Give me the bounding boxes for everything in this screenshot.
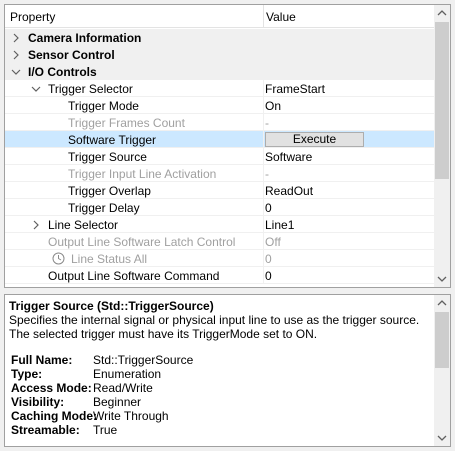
row-trigger-input-line-activation: Trigger Input Line Activation - [5,165,435,182]
row-output-line-software-command[interactable]: Output Line Software Command 0 [5,267,435,284]
property-value[interactable]: ReadOut [265,184,313,198]
row-trigger-frames-count: Trigger Frames Count - [5,114,435,131]
property-label: Trigger Overlap [68,184,151,198]
property-value[interactable]: 0 [265,201,272,215]
property-label: Trigger Selector [48,82,133,96]
column-separator [263,114,264,131]
grid-scrollbar[interactable] [434,5,450,287]
row-line-selector[interactable]: Line Selector Line1 [5,216,435,233]
property-grid-content: Property Value Camera Information Sensor… [5,5,435,287]
category-label: Sensor Control [28,48,115,62]
property-value[interactable]: 0 [265,269,272,283]
category-sensor-control[interactable]: Sensor Control [5,46,435,63]
row-trigger-selector[interactable]: Trigger Selector FrameStart [5,80,435,97]
property-label: Trigger Frames Count [68,116,185,130]
column-separator [263,165,264,182]
execute-button[interactable]: Execute [265,132,364,147]
scrollbar-thumb[interactable] [435,22,449,179]
column-separator [263,250,264,267]
column-separator [263,131,264,148]
category-io-controls[interactable]: I/O Controls [5,63,435,80]
detail-key: Full Name: [11,353,73,367]
column-separator [263,233,264,250]
property-label: Trigger Mode [68,99,139,113]
detail-key: Streamable: [11,423,80,437]
clock-icon [52,252,65,265]
property-value: - [265,116,269,130]
category-label: I/O Controls [28,65,97,79]
column-separator [263,148,264,165]
row-line-status-all: Line Status All 0 [5,250,435,267]
scroll-up-arrow-icon[interactable] [434,295,450,311]
header-separator[interactable] [263,5,264,28]
property-grid[interactable]: Property Value Camera Information Sensor… [4,4,451,288]
description-text: Specifies the internal signal or physica… [9,313,420,341]
chevron-right-icon[interactable] [11,50,21,60]
feature-browser: Property Value Camera Information Sensor… [0,0,455,451]
header-property[interactable]: Property [10,10,55,24]
property-label: Output Line Software Latch Control [48,235,236,249]
property-label: Software Trigger [68,133,157,147]
grid-header: Property Value [5,5,435,28]
property-label: Trigger Source [68,150,147,164]
row-trigger-mode[interactable]: Trigger Mode On [5,97,435,114]
chevron-right-icon[interactable] [11,33,21,43]
chevron-right-icon[interactable] [31,220,41,230]
property-label: Output Line Software Command [48,269,220,283]
property-value: Off [265,235,281,249]
detail-value: Write Through [93,409,169,423]
detail-key: Caching Mode: [11,409,97,423]
column-separator [263,267,264,284]
chevron-down-icon[interactable] [31,84,41,94]
scroll-up-arrow-icon[interactable] [434,5,450,21]
category-label: Camera Information [28,31,142,45]
row-trigger-source[interactable]: Trigger Source Software [5,148,435,165]
detail-key: Visibility: [11,395,65,409]
row-output-line-software-latch-control: Output Line Software Latch Control Off [5,233,435,250]
property-label: Trigger Input Line Activation [68,167,217,181]
scroll-down-arrow-icon[interactable] [434,430,450,446]
row-software-trigger[interactable]: Software Trigger Execute [5,131,435,148]
category-camera-information[interactable]: Camera Information [5,29,435,46]
row-trigger-delay[interactable]: Trigger Delay 0 [5,199,435,216]
property-value[interactable]: On [265,99,281,113]
property-value[interactable]: Software [265,150,312,164]
description-pane[interactable]: Trigger Source (Std::TriggerSource) Spec… [4,294,451,447]
chevron-down-icon[interactable] [11,67,21,77]
column-separator [263,199,264,216]
scrollbar-thumb[interactable] [435,312,449,368]
column-separator [263,216,264,233]
property-value: 0 [265,252,272,266]
property-value[interactable]: Line1 [265,218,294,232]
property-label: Line Status All [71,252,148,266]
detail-key: Type: [11,367,43,381]
column-separator [263,80,264,97]
detail-value: Read/Write [93,381,153,395]
property-value[interactable]: FrameStart [265,82,325,96]
property-label: Line Selector [48,218,119,232]
property-value: - [265,167,269,181]
description-title: Trigger Source (Std::TriggerSource) [9,299,214,313]
detail-value: True [93,423,118,437]
property-label: Trigger Delay [68,201,140,215]
header-value[interactable]: Value [266,10,296,24]
detail-key: Access Mode: [11,381,92,395]
detail-value: Std::TriggerSource [93,353,194,367]
description-scrollbar[interactable] [434,295,450,446]
detail-value: Enumeration [93,367,162,381]
row-trigger-overlap[interactable]: Trigger Overlap ReadOut [5,182,435,199]
detail-value: Beginner [93,395,142,409]
column-separator [263,182,264,199]
column-separator [263,97,264,114]
scroll-down-arrow-icon[interactable] [434,271,450,287]
